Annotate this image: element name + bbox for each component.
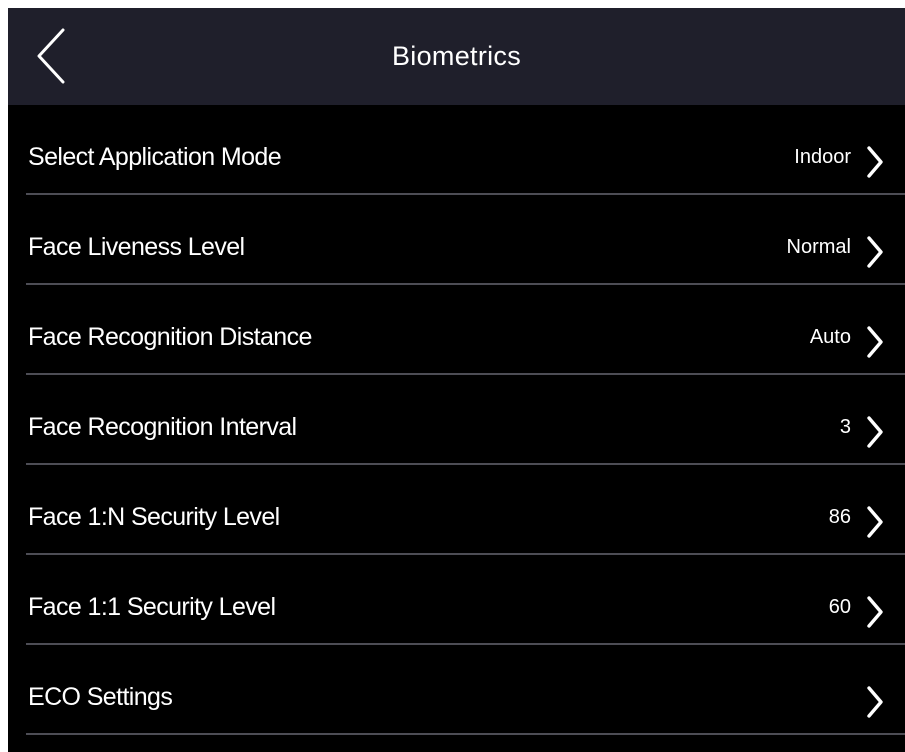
setting-row-face-recognition-interval[interactable]: Face Recognition Interval 3 <box>8 375 905 465</box>
setting-label: Face Liveness Level <box>28 233 245 261</box>
setting-row-face-liveness-level[interactable]: Face Liveness Level Normal <box>8 195 905 285</box>
header-bar: Biometrics <box>8 8 905 105</box>
settings-list: Select Application Mode Indoor Face Live… <box>8 105 905 735</box>
setting-label: Face Recognition Interval <box>28 413 297 441</box>
setting-value: 86 <box>828 506 851 528</box>
setting-label: Select Application Mode <box>28 143 282 171</box>
setting-value: Auto <box>809 326 851 348</box>
page-title: Biometrics <box>391 41 522 71</box>
biometrics-screen: Biometrics Select Application Mode Indoo… <box>8 8 905 752</box>
setting-value: Normal <box>786 236 851 258</box>
setting-value: 60 <box>828 596 851 618</box>
setting-row-application-mode[interactable]: Select Application Mode Indoor <box>8 105 905 195</box>
setting-row-face-recognition-distance[interactable]: Face Recognition Distance Auto <box>8 285 905 375</box>
setting-label: Face 1:N Security Level <box>28 503 280 531</box>
setting-row-face-1n-security-level[interactable]: Face 1:N Security Level 86 <box>8 465 905 555</box>
chevron-right-icon <box>867 686 883 718</box>
setting-label: Face Recognition Distance <box>28 323 312 351</box>
setting-label: Face 1:1 Security Level <box>28 593 276 621</box>
chevron-right-icon <box>867 506 883 538</box>
chevron-right-icon <box>867 326 883 358</box>
setting-label: ECO Settings <box>28 683 173 711</box>
chevron-right-icon <box>867 596 883 628</box>
setting-row-face-11-security-level[interactable]: Face 1:1 Security Level 60 <box>8 555 905 645</box>
chevron-right-icon <box>867 236 883 268</box>
row-divider <box>26 733 905 735</box>
setting-value: Indoor <box>794 146 851 168</box>
chevron-right-icon <box>867 416 883 448</box>
chevron-right-icon <box>867 146 883 178</box>
setting-row-eco-settings[interactable]: ECO Settings <box>8 645 905 735</box>
setting-value: 3 <box>839 416 851 438</box>
